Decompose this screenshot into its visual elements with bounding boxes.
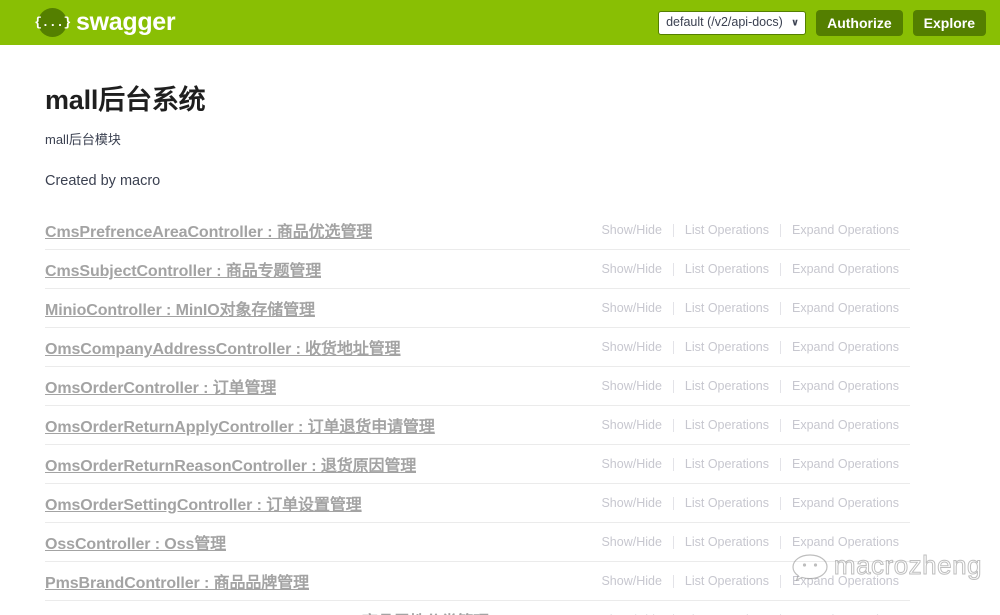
- expand-operations-link[interactable]: Expand Operations: [781, 340, 910, 354]
- expand-operations-link[interactable]: Expand Operations: [781, 457, 910, 471]
- resource-heading-link[interactable]: CmsPrefrenceAreaController : 商品优选管理: [45, 218, 372, 242]
- resource-row: OmsCompanyAddressController : 收货地址管理 Show…: [45, 328, 910, 367]
- api-spec-select[interactable]: default (/v2/api-docs): [658, 10, 807, 35]
- topbar-actions: default (/v2/api-docs) ∨ Authorize Explo…: [658, 9, 986, 36]
- expand-operations-link[interactable]: Expand Operations: [781, 496, 910, 510]
- show-hide-link[interactable]: Show/Hide: [590, 301, 672, 315]
- resource-heading-link[interactable]: CmsSubjectController : 商品专题管理: [45, 257, 321, 281]
- resource-row: CmsPrefrenceAreaController : 商品优选管理 Show/…: [45, 211, 910, 250]
- resource-list: CmsPrefrenceAreaController : 商品优选管理 Show/…: [45, 211, 955, 615]
- show-hide-link[interactable]: Show/Hide: [590, 535, 672, 549]
- resource-operations: Show/HideList OperationsExpand Operation…: [572, 301, 910, 315]
- expand-operations-link[interactable]: Expand Operations: [781, 262, 910, 276]
- resource-row: PmsProductAttributeCategoryController : …: [45, 601, 910, 615]
- resource-row: OmsOrderReturnReasonController : 退货原因管理 S…: [45, 445, 910, 484]
- expand-operations-link[interactable]: Expand Operations: [781, 301, 910, 315]
- show-hide-link[interactable]: Show/Hide: [590, 379, 672, 393]
- show-hide-link[interactable]: Show/Hide: [590, 574, 672, 588]
- resource-heading-link[interactable]: OmsOrderController : 订单管理: [45, 374, 276, 398]
- resource-heading-link[interactable]: OmsOrderReturnReasonController : 退货原因管理: [45, 452, 416, 476]
- main-content: mall后台系统 mall后台模块 Created by macro CmsPr…: [0, 46, 1000, 615]
- show-hide-link[interactable]: Show/Hide: [590, 223, 672, 237]
- list-operations-link[interactable]: List Operations: [674, 340, 780, 354]
- brand-name-label: swagger: [76, 8, 176, 36]
- top-navigation-bar: {...} swagger default (/v2/api-docs) ∨ A…: [0, 0, 1000, 46]
- list-operations-link[interactable]: List Operations: [674, 496, 780, 510]
- resource-operations: Show/HideList OperationsExpand Operation…: [572, 340, 910, 354]
- swagger-braces-logo-icon: {...}: [34, 8, 71, 37]
- resource-row: CmsSubjectController : 商品专题管理 Show/Hide Li…: [45, 250, 910, 289]
- resource-row: PmsBrandController : 商品品牌管理 Show/Hide List…: [45, 562, 910, 601]
- resource-heading-link[interactable]: PmsBrandController : 商品品牌管理: [45, 569, 309, 593]
- resource-operations: Show/HideList OperationsExpand Operation…: [572, 418, 910, 432]
- resource-row: MinioController : MinIO对象存储管理 Show/Hide Li…: [45, 289, 910, 328]
- spec-selector-wrapper: default (/v2/api-docs) ∨: [658, 10, 807, 35]
- expand-operations-link[interactable]: Expand Operations: [781, 418, 910, 432]
- list-operations-link[interactable]: List Operations: [674, 301, 780, 315]
- show-hide-link[interactable]: Show/Hide: [590, 262, 672, 276]
- resource-operations: Show/HideList OperationsExpand Operation…: [572, 574, 910, 588]
- explore-button[interactable]: Explore: [912, 9, 986, 36]
- swagger-brand-link[interactable]: {...} swagger: [34, 8, 176, 37]
- expand-operations-link[interactable]: Expand Operations: [781, 379, 910, 393]
- resource-row: OmsOrderSettingController : 订单设置管理 Show/H…: [45, 484, 910, 523]
- resource-operations: Show/HideList OperationsExpand Operation…: [572, 262, 910, 276]
- expand-operations-link[interactable]: Expand Operations: [781, 223, 910, 237]
- expand-operations-link[interactable]: Expand Operations: [781, 535, 910, 549]
- list-operations-link[interactable]: List Operations: [674, 379, 780, 393]
- resource-row: OmsOrderController : 订单管理 Show/Hide List O…: [45, 367, 910, 406]
- resource-operations: Show/HideList OperationsExpand Operation…: [572, 535, 910, 549]
- resource-operations: Show/HideList OperationsExpand Operation…: [572, 496, 910, 510]
- resource-operations: Show/HideList OperationsExpand Operation…: [572, 379, 910, 393]
- expand-operations-link[interactable]: Expand Operations: [781, 574, 910, 588]
- list-operations-link[interactable]: List Operations: [674, 418, 780, 432]
- api-creator: Created by macro: [45, 173, 161, 189]
- list-operations-link[interactable]: List Operations: [674, 223, 780, 237]
- resource-heading-link[interactable]: PmsProductAttributeCategoryController : …: [45, 608, 489, 615]
- page-title: mall后台系统: [45, 85, 206, 115]
- resource-heading-link[interactable]: OmsOrderSettingController : 订单设置管理: [45, 491, 362, 515]
- resource-heading-link[interactable]: MinioController : MinIO对象存储管理: [45, 296, 315, 320]
- resource-row: OssController : Oss管理 Show/Hide List Opera…: [45, 523, 910, 562]
- resource-heading-link[interactable]: OmsCompanyAddressController : 收货地址管理: [45, 335, 401, 359]
- list-operations-link[interactable]: List Operations: [674, 262, 780, 276]
- authorize-button[interactable]: Authorize: [816, 9, 903, 36]
- resource-operations: Show/HideList OperationsExpand Operation…: [572, 457, 910, 471]
- list-operations-link[interactable]: List Operations: [674, 457, 780, 471]
- list-operations-link[interactable]: List Operations: [674, 574, 780, 588]
- list-operations-link[interactable]: List Operations: [674, 535, 780, 549]
- resource-heading-link[interactable]: OmsOrderReturnApplyController : 订单退货申请管理: [45, 413, 435, 437]
- show-hide-link[interactable]: Show/Hide: [590, 496, 672, 510]
- resource-row: OmsOrderReturnApplyController : 订单退货申请管理…: [45, 406, 910, 445]
- resource-operations: Show/HideList OperationsExpand Operation…: [572, 223, 910, 237]
- show-hide-link[interactable]: Show/Hide: [590, 340, 672, 354]
- show-hide-link[interactable]: Show/Hide: [590, 418, 672, 432]
- resource-heading-link[interactable]: OssController : Oss管理: [45, 530, 226, 554]
- api-description: mall后台模块: [45, 132, 121, 147]
- show-hide-link[interactable]: Show/Hide: [590, 457, 672, 471]
